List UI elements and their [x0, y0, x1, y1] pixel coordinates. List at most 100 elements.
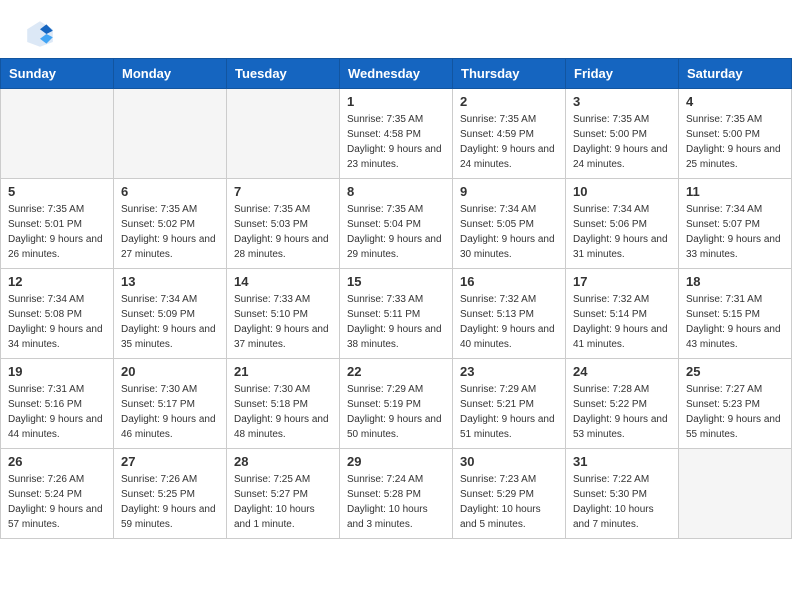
calendar-cell: 17 Sunrise: 7:32 AM Sunset: 5:14 PM Dayli…	[566, 269, 679, 359]
day-info: Sunrise: 7:34 AM Sunset: 5:05 PM Dayligh…	[460, 202, 558, 262]
day-info: Sunrise: 7:24 AM Sunset: 5:28 PM Dayligh…	[347, 472, 445, 532]
calendar-cell: 27 Sunrise: 7:26 AM Sunset: 5:25 PM Dayli…	[114, 449, 227, 539]
day-number: 4	[686, 94, 784, 109]
calendar-table: SundayMondayTuesdayWednesdayThursdayFrid…	[0, 58, 792, 539]
day-info: Sunrise: 7:35 AM Sunset: 5:04 PM Dayligh…	[347, 202, 445, 262]
day-number: 14	[234, 274, 332, 289]
calendar-cell: 14 Sunrise: 7:33 AM Sunset: 5:10 PM Dayli…	[227, 269, 340, 359]
day-number: 15	[347, 274, 445, 289]
calendar-cell: 2Sunrise: 7:35 AM Sunset: 4:59 PM Daylig…	[453, 89, 566, 179]
day-number: 31	[573, 454, 671, 469]
calendar-cell: 24 Sunrise: 7:28 AM Sunset: 5:22 PM Dayli…	[566, 359, 679, 449]
day-info: Sunrise: 7:35 AM Sunset: 5:02 PM Dayligh…	[121, 202, 219, 262]
calendar-cell: 6 Sunrise: 7:35 AM Sunset: 5:02 PM Daylig…	[114, 179, 227, 269]
weekday-header-saturday: Saturday	[679, 59, 792, 89]
week-row-5: 26Sunrise: 7:26 AM Sunset: 5:24 PM Dayli…	[1, 449, 792, 539]
calendar-cell: 16 Sunrise: 7:32 AM Sunset: 5:13 PM Dayli…	[453, 269, 566, 359]
day-number: 28	[234, 454, 332, 469]
weekday-header-tuesday: Tuesday	[227, 59, 340, 89]
day-info: Sunrise: 7:25 AM Sunset: 5:27 PM Dayligh…	[234, 472, 332, 532]
calendar-cell: 15 Sunrise: 7:33 AM Sunset: 5:11 PM Dayli…	[340, 269, 453, 359]
day-info: Sunrise: 7:27 AM Sunset: 5:23 PM Dayligh…	[686, 382, 784, 442]
day-number: 5	[8, 184, 106, 199]
calendar-cell: 1 Sunrise: 7:35 AM Sunset: 4:58 PM Daylig…	[340, 89, 453, 179]
day-number: 3	[573, 94, 671, 109]
calendar-cell: 29Sunrise: 7:24 AM Sunset: 5:28 PM Dayli…	[340, 449, 453, 539]
week-row-4: 19 Sunrise: 7:31 AM Sunset: 5:16 PM Dayli…	[1, 359, 792, 449]
calendar-cell: 25 Sunrise: 7:27 AM Sunset: 5:23 PM Dayli…	[679, 359, 792, 449]
calendar-cell	[114, 89, 227, 179]
day-number: 19	[8, 364, 106, 379]
calendar-cell: 31 Sunrise: 7:22 AM Sunset: 5:30 PM Dayli…	[566, 449, 679, 539]
calendar-cell	[1, 89, 114, 179]
week-row-3: 12 Sunrise: 7:34 AM Sunset: 5:08 PM Dayli…	[1, 269, 792, 359]
weekday-header-sunday: Sunday	[1, 59, 114, 89]
day-number: 9	[460, 184, 558, 199]
day-info: Sunrise: 7:31 AM Sunset: 5:15 PM Dayligh…	[686, 292, 784, 352]
weekday-header-monday: Monday	[114, 59, 227, 89]
weekday-header-thursday: Thursday	[453, 59, 566, 89]
calendar-cell	[679, 449, 792, 539]
day-number: 1	[347, 94, 445, 109]
calendar-cell: 30 Sunrise: 7:23 AM Sunset: 5:29 PM Dayli…	[453, 449, 566, 539]
day-number: 18	[686, 274, 784, 289]
weekday-header-row: SundayMondayTuesdayWednesdayThursdayFrid…	[1, 59, 792, 89]
weekday-header-wednesday: Wednesday	[340, 59, 453, 89]
day-number: 16	[460, 274, 558, 289]
day-number: 20	[121, 364, 219, 379]
calendar-cell: 19 Sunrise: 7:31 AM Sunset: 5:16 PM Dayli…	[1, 359, 114, 449]
day-info: Sunrise: 7:34 AM Sunset: 5:06 PM Dayligh…	[573, 202, 671, 262]
day-info: Sunrise: 7:33 AM Sunset: 5:10 PM Dayligh…	[234, 292, 332, 352]
day-info: Sunrise: 7:31 AM Sunset: 5:16 PM Dayligh…	[8, 382, 106, 442]
calendar-cell: 3 Sunrise: 7:35 AM Sunset: 5:00 PM Daylig…	[566, 89, 679, 179]
day-info: Sunrise: 7:35 AM Sunset: 4:58 PM Dayligh…	[347, 112, 445, 172]
day-number: 17	[573, 274, 671, 289]
day-number: 11	[686, 184, 784, 199]
calendar-cell: 7Sunrise: 7:35 AM Sunset: 5:03 PM Daylig…	[227, 179, 340, 269]
day-number: 6	[121, 184, 219, 199]
header	[0, 0, 792, 58]
day-number: 23	[460, 364, 558, 379]
day-info: Sunrise: 7:35 AM Sunset: 5:00 PM Dayligh…	[573, 112, 671, 172]
calendar-cell: 28 Sunrise: 7:25 AM Sunset: 5:27 PM Dayli…	[227, 449, 340, 539]
page: SundayMondayTuesdayWednesdayThursdayFrid…	[0, 0, 792, 539]
day-info: Sunrise: 7:32 AM Sunset: 5:13 PM Dayligh…	[460, 292, 558, 352]
calendar-cell	[227, 89, 340, 179]
calendar-cell: 12 Sunrise: 7:34 AM Sunset: 5:08 PM Dayli…	[1, 269, 114, 359]
day-info: Sunrise: 7:26 AM Sunset: 5:25 PM Dayligh…	[121, 472, 219, 532]
day-number: 7	[234, 184, 332, 199]
calendar-cell: 5 Sunrise: 7:35 AM Sunset: 5:01 PM Daylig…	[1, 179, 114, 269]
day-number: 26	[8, 454, 106, 469]
day-info: Sunrise: 7:35 AM Sunset: 5:01 PM Dayligh…	[8, 202, 106, 262]
day-number: 22	[347, 364, 445, 379]
calendar-cell: 22Sunrise: 7:29 AM Sunset: 5:19 PM Dayli…	[340, 359, 453, 449]
day-info: Sunrise: 7:35 AM Sunset: 4:59 PM Dayligh…	[460, 112, 558, 172]
day-info: Sunrise: 7:28 AM Sunset: 5:22 PM Dayligh…	[573, 382, 671, 442]
week-row-1: 1 Sunrise: 7:35 AM Sunset: 4:58 PM Daylig…	[1, 89, 792, 179]
day-info: Sunrise: 7:30 AM Sunset: 5:17 PM Dayligh…	[121, 382, 219, 442]
calendar-cell: 8 Sunrise: 7:35 AM Sunset: 5:04 PM Daylig…	[340, 179, 453, 269]
day-info: Sunrise: 7:23 AM Sunset: 5:29 PM Dayligh…	[460, 472, 558, 532]
day-info: Sunrise: 7:35 AM Sunset: 5:00 PM Dayligh…	[686, 112, 784, 172]
day-number: 8	[347, 184, 445, 199]
day-info: Sunrise: 7:22 AM Sunset: 5:30 PM Dayligh…	[573, 472, 671, 532]
day-number: 12	[8, 274, 106, 289]
calendar-cell: 10 Sunrise: 7:34 AM Sunset: 5:06 PM Dayli…	[566, 179, 679, 269]
day-info: Sunrise: 7:34 AM Sunset: 5:08 PM Dayligh…	[8, 292, 106, 352]
day-info: Sunrise: 7:34 AM Sunset: 5:09 PM Dayligh…	[121, 292, 219, 352]
day-number: 30	[460, 454, 558, 469]
calendar-cell: 26Sunrise: 7:26 AM Sunset: 5:24 PM Dayli…	[1, 449, 114, 539]
week-row-2: 5 Sunrise: 7:35 AM Sunset: 5:01 PM Daylig…	[1, 179, 792, 269]
day-info: Sunrise: 7:32 AM Sunset: 5:14 PM Dayligh…	[573, 292, 671, 352]
day-number: 24	[573, 364, 671, 379]
day-number: 10	[573, 184, 671, 199]
day-number: 27	[121, 454, 219, 469]
day-number: 25	[686, 364, 784, 379]
day-number: 13	[121, 274, 219, 289]
calendar-cell: 21Sunrise: 7:30 AM Sunset: 5:18 PM Dayli…	[227, 359, 340, 449]
logo-icon	[24, 18, 56, 50]
calendar-cell: 18 Sunrise: 7:31 AM Sunset: 5:15 PM Dayli…	[679, 269, 792, 359]
weekday-header-friday: Friday	[566, 59, 679, 89]
logo	[24, 18, 62, 50]
day-info: Sunrise: 7:33 AM Sunset: 5:11 PM Dayligh…	[347, 292, 445, 352]
